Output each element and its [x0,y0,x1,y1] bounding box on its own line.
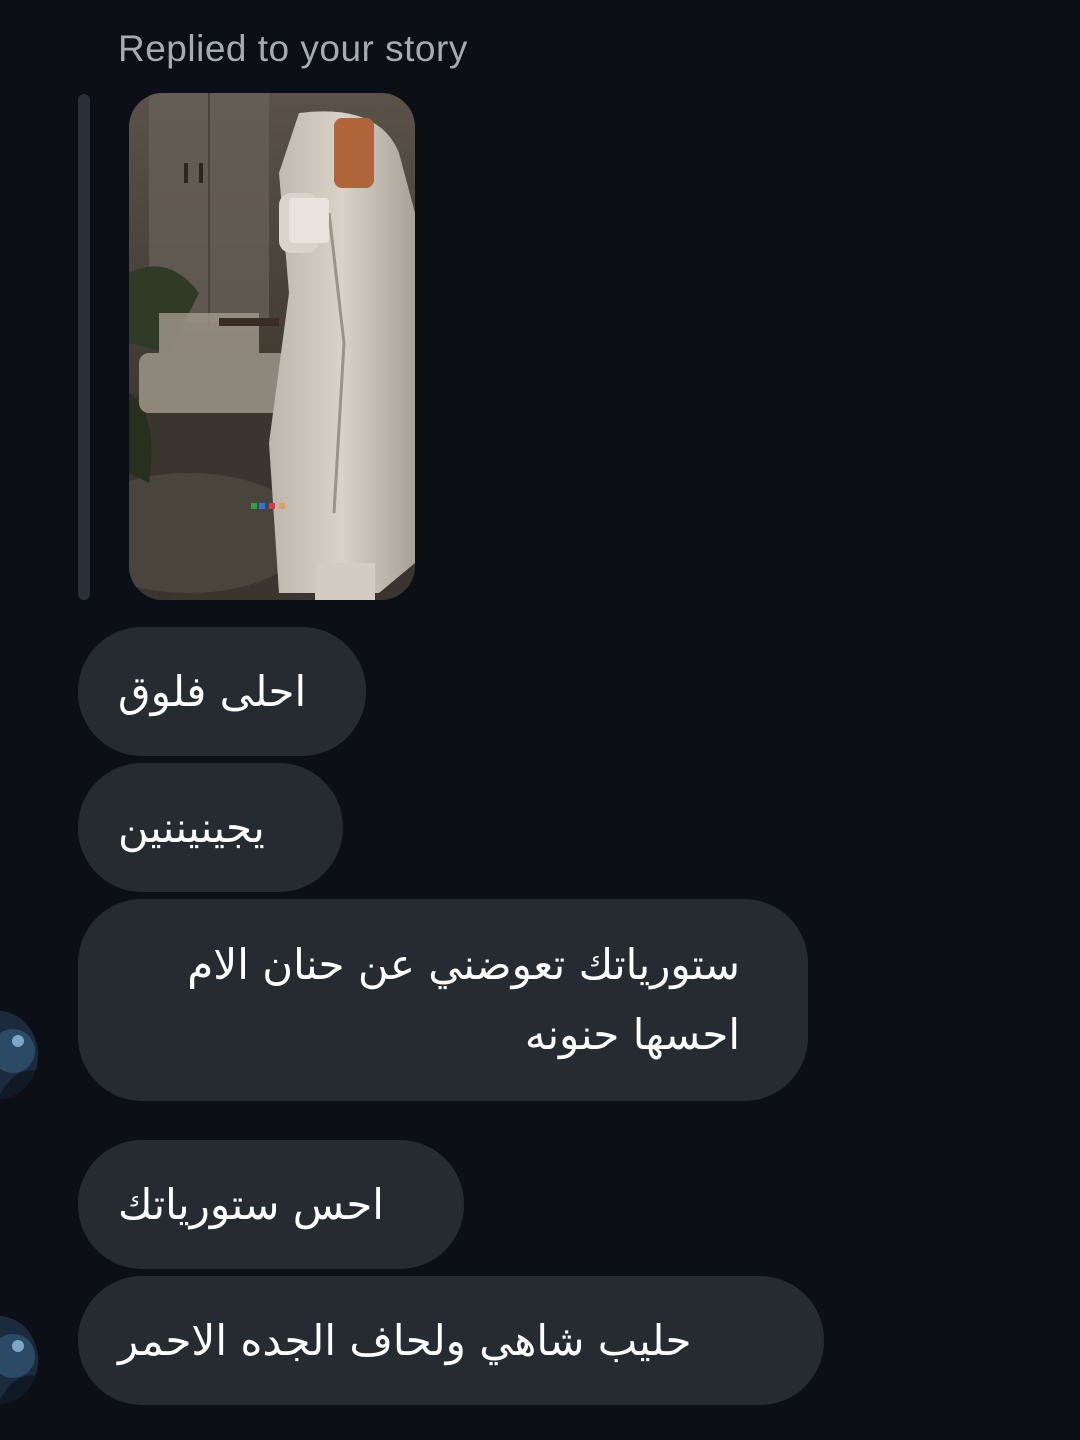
message-bubble[interactable]: ستورياتك تعوضني عن حنان الام احسها حنونه [78,899,808,1101]
message-text: ستورياتك تعوضني عن حنان الام احسها حنونه [187,940,740,1059]
message-bubble[interactable]: احس ستورياتك [78,1140,464,1269]
message-bubble[interactable]: احلى فلوق [78,627,366,756]
story-photo-icon [129,93,415,600]
avatar-image-icon [0,1316,38,1404]
sender-avatar[interactable] [0,1011,38,1099]
message-text: احلى فلوق [118,666,307,716]
sender-avatar[interactable] [0,1316,38,1404]
avatar-image-icon [0,1011,38,1099]
message-text: يجينيننين [118,802,265,852]
message-bubble[interactable]: يجينيننين [78,763,343,892]
story-thumbnail[interactable] [129,93,415,600]
replied-to-story-label: Replied to your story [118,28,468,69]
message-text: حليب شاهي ولحاف الجده الاحمر [118,1315,692,1365]
message-bubble[interactable]: حليب شاهي ولحاف الجده الاحمر [78,1276,824,1405]
story-reply-bar [78,94,90,600]
message-text: احس ستورياتك [118,1179,384,1229]
